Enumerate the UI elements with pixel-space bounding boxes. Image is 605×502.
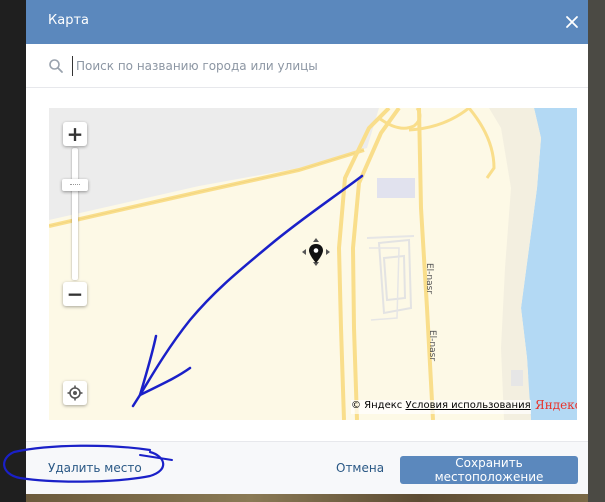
zoom-slider-track[interactable] — [72, 148, 78, 280]
street-label: El-nasr — [427, 330, 437, 361]
zoom-out-button[interactable]: − — [63, 282, 87, 306]
map-copyright: © Яндекс Условия использования — [351, 400, 531, 414]
close-icon — [566, 16, 578, 28]
geolocation-icon — [67, 385, 83, 401]
geolocation-button[interactable] — [63, 381, 87, 405]
yandex-logo: Яндекс — [535, 398, 577, 412]
modal-header: Карта — [26, 0, 588, 44]
copyright-text: © Яндекс — [351, 400, 403, 411]
search-input[interactable] — [72, 56, 552, 76]
zoom-in-button[interactable]: + — [63, 122, 87, 146]
zoom-slider-handle[interactable] — [62, 179, 88, 191]
modal-title: Карта — [48, 13, 89, 28]
close-button[interactable] — [562, 12, 582, 32]
search-icon — [49, 59, 63, 73]
map-view[interactable]: El-nasr El-nasr + − © Яндекс Условия исп… — [49, 108, 577, 420]
search-bar — [26, 44, 588, 88]
cancel-button[interactable]: Отмена — [336, 461, 384, 475]
location-pin-icon[interactable] — [301, 237, 331, 267]
map-modal: Карта Поиск по названию города или улицы… — [26, 0, 588, 494]
delete-place-link[interactable]: Удалить место — [48, 461, 142, 475]
save-location-button[interactable]: Сохранить местоположение — [400, 456, 578, 484]
terms-of-use-link[interactable]: Условия использования — [405, 400, 530, 411]
street-label: El-nasr — [424, 263, 434, 294]
modal-footer: Удалить место Отмена Сохранить местополо… — [26, 441, 588, 494]
backdrop-photo-strip — [26, 494, 588, 502]
